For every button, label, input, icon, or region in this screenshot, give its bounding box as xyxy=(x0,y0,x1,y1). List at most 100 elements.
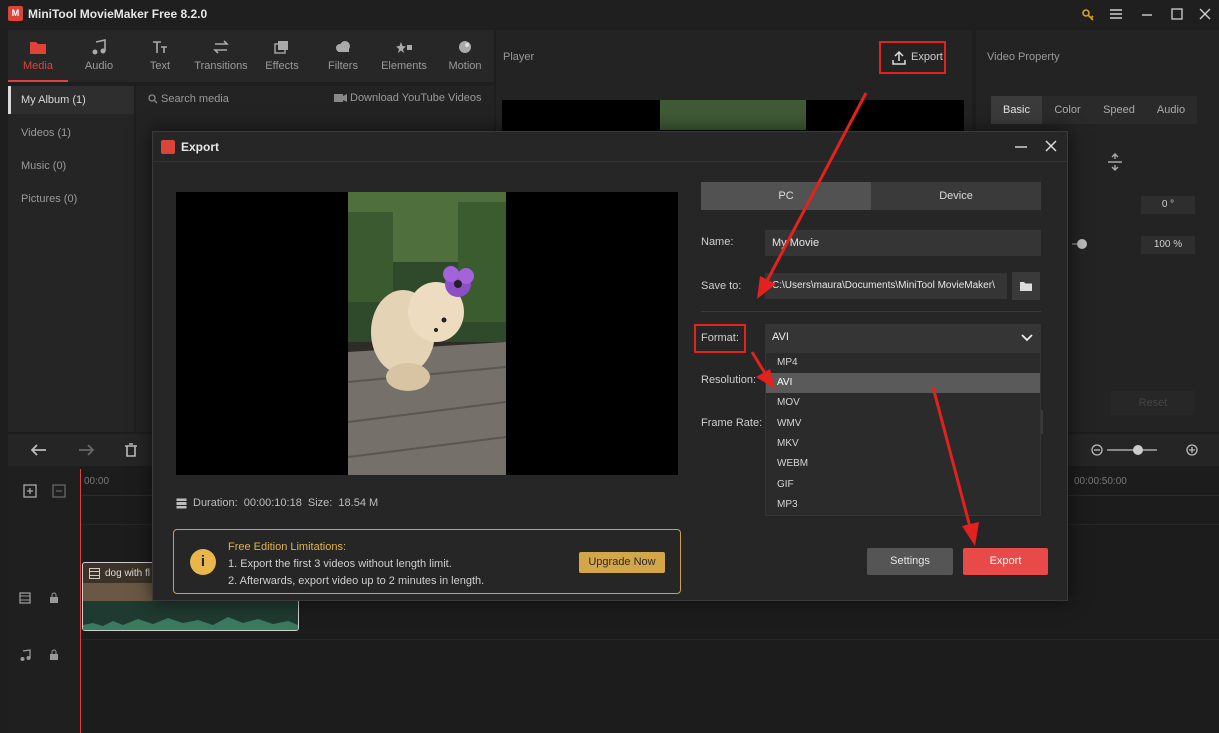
add-track-icon[interactable] xyxy=(23,484,37,498)
name-label: Name: xyxy=(701,236,734,248)
ruler-end: 00:00:50:00 xyxy=(1074,476,1127,487)
tab-label: Effects xyxy=(265,60,299,72)
format-option-mp4[interactable]: MP4 xyxy=(766,353,1040,373)
tab-label: Elements xyxy=(381,60,427,72)
export-button[interactable]: Export xyxy=(963,548,1048,575)
property-tabs: Basic Color Speed Audio xyxy=(991,96,1197,124)
tab-audio-prop[interactable]: Audio xyxy=(1145,96,1197,124)
tab-filters[interactable]: Filters xyxy=(313,30,373,82)
upgrade-now-button[interactable]: Upgrade Now xyxy=(579,552,665,573)
key-icon[interactable] xyxy=(1078,4,1100,24)
video-property-title: Video Property xyxy=(987,51,1060,63)
app-title: MiniTool MovieMaker Free 8.2.0 xyxy=(28,7,208,21)
upload-icon xyxy=(892,50,906,65)
tab-device[interactable]: Device xyxy=(871,182,1041,210)
save-path-field[interactable]: C:\Users\maura\Documents\MiniTool MovieM… xyxy=(765,273,1007,299)
tab-elements[interactable]: Elements xyxy=(374,30,434,82)
dog-photo xyxy=(348,192,506,475)
format-option-mov[interactable]: MOV xyxy=(766,393,1040,413)
player-title: Player xyxy=(503,51,535,63)
delete-icon[interactable] xyxy=(124,443,138,457)
size-value: 18.54 M xyxy=(338,497,379,509)
tab-motion[interactable]: Motion xyxy=(435,30,495,82)
tab-label: Text xyxy=(149,60,171,72)
free-edition-notice: i Free Edition Limitations: 1. Export th… xyxy=(173,529,681,594)
scale-value[interactable]: 100 % xyxy=(1141,236,1195,254)
reset-button[interactable]: Reset xyxy=(1111,391,1195,415)
lock-icon[interactable] xyxy=(49,592,59,604)
zoom-slider-handle[interactable] xyxy=(1133,445,1143,455)
dialog-header: Export xyxy=(153,132,1067,162)
format-option-webm[interactable]: WEBM xyxy=(766,454,1040,474)
player-export-button[interactable]: Export xyxy=(879,41,946,74)
sidebar-item-pictures[interactable]: Pictures (0) xyxy=(8,185,134,213)
minimize-icon[interactable] xyxy=(1013,138,1029,154)
sidebar-item-my-album[interactable]: My Album (1) xyxy=(8,86,134,114)
menu-icon[interactable] xyxy=(1105,4,1127,24)
video-track-icon xyxy=(19,592,31,604)
name-field[interactable]: My Movie xyxy=(765,230,1041,256)
undo-icon[interactable] xyxy=(31,443,47,457)
limits-line-1: 1. Export the first 3 videos without len… xyxy=(228,558,452,570)
chevron-down-icon xyxy=(1021,334,1033,342)
scale-slider-handle[interactable] xyxy=(1077,239,1087,249)
tab-transitions[interactable]: Transitions xyxy=(191,30,251,82)
zoom-out-icon[interactable] xyxy=(1091,444,1103,456)
close-icon[interactable] xyxy=(1043,138,1059,154)
player-video-frame xyxy=(660,100,806,130)
duration-label: Duration: xyxy=(193,497,238,509)
redo-icon[interactable] xyxy=(78,443,94,457)
zoom-in-icon[interactable] xyxy=(1186,444,1198,456)
tab-label: Motion xyxy=(448,60,482,72)
rotation-value[interactable]: 0 ° xyxy=(1141,196,1195,214)
playhead[interactable] xyxy=(80,469,81,733)
ruler-start: 00:00 xyxy=(84,476,110,487)
tab-effects[interactable]: Effects xyxy=(252,30,312,82)
folder-icon xyxy=(30,42,46,54)
frame-rate-select-edge xyxy=(1041,410,1043,434)
zoom-slider-track[interactable] xyxy=(1107,449,1157,451)
flip-vertical-icon[interactable] xyxy=(1106,153,1124,171)
tab-pc[interactable]: PC xyxy=(701,182,871,210)
search-placeholder: Search media xyxy=(161,93,229,105)
format-option-mkv[interactable]: MKV xyxy=(766,434,1040,454)
lock-icon[interactable] xyxy=(49,649,59,661)
title-bar: M MiniTool MovieMaker Free 8.2.0 xyxy=(0,0,1219,28)
divider xyxy=(701,311,1041,312)
tab-label: Audio xyxy=(84,60,114,72)
clip-waveform xyxy=(83,601,298,630)
format-option-gif[interactable]: GIF xyxy=(766,475,1040,495)
download-youtube-button[interactable]: Download YouTube Videos xyxy=(334,92,482,104)
maximize-icon[interactable] xyxy=(1166,4,1188,24)
sidebar-item-music[interactable]: Music (0) xyxy=(8,152,134,180)
tab-label: Transitions xyxy=(194,60,248,72)
tab-label: Filters xyxy=(328,60,358,72)
duration-value: 00:00:10:18 xyxy=(243,497,302,509)
remove-track-icon[interactable] xyxy=(52,484,66,498)
format-option-mp3[interactable]: MP3 xyxy=(766,495,1040,515)
video-camera-icon xyxy=(334,94,347,103)
format-select[interactable]: AVI xyxy=(765,324,1041,352)
ball-icon xyxy=(459,41,471,53)
tab-speed[interactable]: Speed xyxy=(1093,96,1145,124)
format-option-avi[interactable]: AVI xyxy=(766,373,1040,393)
info-icon: i xyxy=(190,549,216,575)
tab-text[interactable]: Text xyxy=(130,30,190,82)
sidebar-item-videos[interactable]: Videos (1) xyxy=(8,119,134,147)
export-preview xyxy=(176,192,678,475)
minimize-icon[interactable] xyxy=(1136,4,1158,24)
tab-basic[interactable]: Basic xyxy=(991,96,1042,124)
close-icon[interactable] xyxy=(1194,4,1216,24)
duration-info: Duration: 00:00:10:18 Size: 18.54 M xyxy=(176,497,378,509)
stars-icon xyxy=(396,42,412,53)
settings-button[interactable]: Settings xyxy=(867,548,953,575)
format-label: Format: xyxy=(701,332,739,344)
search-input[interactable]: Search media xyxy=(148,93,229,105)
browse-folder-button[interactable] xyxy=(1012,272,1040,300)
tab-audio[interactable]: Audio xyxy=(69,30,129,82)
tab-media[interactable]: Media xyxy=(8,30,68,82)
tab-color[interactable]: Color xyxy=(1042,96,1093,124)
format-option-wmv[interactable]: WMV xyxy=(766,414,1040,434)
export-dialog: Export Duration: 00:00:10:18 Size: 18.54… xyxy=(152,131,1068,601)
film-icon xyxy=(89,568,100,579)
